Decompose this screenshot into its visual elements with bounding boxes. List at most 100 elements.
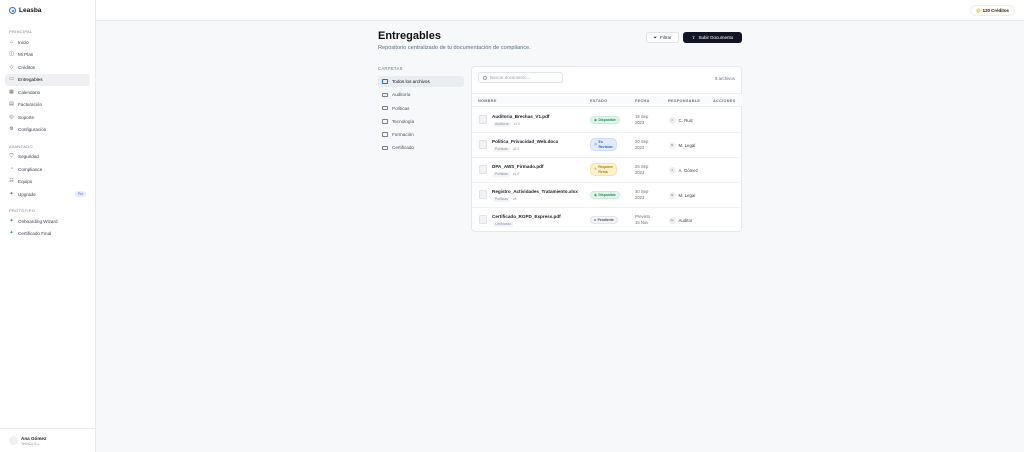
sidebar-item-compliance[interactable]: ◔ Compliance: [5, 163, 90, 175]
status-label: Pendiente: [597, 218, 614, 222]
documents-panel: 5 archivos NOMBRE ESTADO FECHA RESPONSAB…: [471, 66, 743, 233]
folder-item-formacion[interactable]: Formación: [378, 129, 464, 140]
sidebar-item-calendario[interactable]: ▦ Calendario: [5, 86, 90, 98]
owner-cell: C C. Ruiz: [669, 117, 693, 124]
file-category: Políticas: [493, 196, 510, 202]
owner-name: C. Ruiz: [678, 117, 693, 123]
date-cell: Previsto 15 Nov: [635, 214, 659, 226]
upload-document-button[interactable]: ⇪ Subir Documento: [683, 32, 742, 43]
plan-icon: ◫: [9, 51, 14, 57]
sidebar-item-seguridad[interactable]: ⛉ Seguridad: [5, 151, 90, 163]
folder-item-tecnologia[interactable]: Tecnología: [378, 116, 464, 127]
folder-label: Formación: [392, 132, 414, 138]
folder-item-auditoria[interactable]: Auditoría: [378, 89, 464, 100]
owner-cell: M M. Legal: [669, 142, 695, 149]
check-icon: ◉: [594, 118, 597, 122]
search-box[interactable]: [478, 72, 563, 83]
folder-item-certificado[interactable]: Certificado: [378, 142, 464, 153]
credits-pill[interactable]: ◍ 120 Créditos: [970, 5, 1015, 16]
date-line: 2023: [635, 195, 645, 201]
table-row[interactable]: Certificado_RGPD_Express.pdf Certificado…: [472, 208, 743, 233]
file-name[interactable]: DPA_AWS_Firmado.pdf: [492, 164, 543, 169]
sidebar-item-label: Calendario: [18, 89, 41, 95]
file-icon: [479, 165, 487, 174]
file-name[interactable]: Auditoria_Brechas_V1.pdf: [492, 114, 549, 119]
shield-icon: ⛉: [9, 153, 14, 159]
table-header: NOMBRE ESTADO FECHA RESPONSABLE ACCIONES: [472, 93, 743, 107]
file-version: v1.0: [513, 121, 520, 126]
table-row[interactable]: Registro_Actividades_Tratamiento.xlsx Po…: [472, 183, 743, 208]
owner-cell: M M. Legal: [669, 192, 695, 199]
user-profile[interactable]: Ana Gómez TechCo S.L.: [0, 428, 96, 452]
owner-avatar: Au: [669, 217, 676, 224]
date-line: 2023: [635, 170, 645, 176]
folder-item-todos[interactable]: Todos los archivos: [378, 76, 464, 87]
topbar: ◍ 120 Créditos: [96, 0, 1024, 21]
pen-icon: ✎: [594, 167, 597, 172]
invoice-icon: ▤: [9, 101, 14, 107]
sidebar-item-inicio[interactable]: ⌂ Inicio: [5, 36, 90, 48]
sidebar-item-label: Onboarding Wizard: [18, 218, 58, 224]
table-row[interactable]: Politica_Privacidad_Web.docx Políticas v2…: [472, 133, 743, 158]
sidebar-item-label: Seguridad: [18, 154, 39, 159]
file-icon: [479, 190, 487, 199]
sidebar-item-upgrade[interactable]: ✦ Upgrade Pro: [5, 188, 90, 200]
sidebar-item-onboarding-wizard[interactable]: ✦ Onboarding Wizard: [5, 215, 90, 227]
owner-name: A. Gómez: [678, 167, 699, 173]
folder-icon: [382, 145, 388, 151]
status-label: Requiere Firma: [598, 165, 613, 173]
filter-icon: ⏷: [653, 35, 658, 40]
file-meta: Políticas v2.0: [493, 146, 519, 152]
upload-icon: ⇪: [691, 34, 696, 40]
tag-icon: ◇: [9, 63, 14, 70]
search-input[interactable]: [489, 75, 558, 80]
table-row[interactable]: DPA_AWS_Firmado.pdf Políticas v1.0 ✎ Requi…: [472, 158, 743, 183]
file-meta: Auditoría v1.0: [493, 121, 520, 127]
date-line: 15 Nov: [635, 220, 649, 226]
table-row[interactable]: Auditoria_Brechas_V1.pdf Auditoría v1.0 ◉…: [472, 108, 743, 133]
clock-icon: ◷: [594, 142, 597, 147]
sidebar-item-facturacion[interactable]: ▤ Facturación: [5, 99, 90, 111]
column-header-acciones: ACCIONES: [713, 98, 736, 103]
folder-label: Tecnología: [392, 118, 415, 124]
status-badge: ◉ Disponible: [590, 116, 620, 124]
sidebar-item-mi-plan[interactable]: ◫ Mi Plan: [5, 49, 90, 61]
brand-name: Leasba: [19, 7, 42, 14]
brand[interactable]: Leasba: [0, 0, 95, 21]
date-cell: 25 Sep 2023: [635, 164, 659, 176]
main-content: Entregables Repositorio centralizado de …: [378, 30, 743, 232]
status-line: Requiere: [598, 165, 613, 170]
file-name[interactable]: Registro_Actividades_Tratamiento.xlsx: [492, 189, 578, 194]
search-icon: [483, 75, 487, 80]
sidebar-item-entregables[interactable]: ▭ Entregables: [5, 73, 90, 86]
file-name[interactable]: Politica_Privacidad_Web.docx: [492, 139, 558, 144]
sidebar-item-configuracion[interactable]: ⚙ Configuración: [5, 124, 90, 136]
column-header-fecha[interactable]: FECHA: [635, 99, 650, 103]
section-label-principal: PRINCIPAL: [9, 29, 33, 34]
column-header-estado[interactable]: ESTADO: [590, 99, 607, 103]
sidebar-item-soporte[interactable]: ◎ Soporte: [5, 111, 90, 123]
date-line: 2023: [635, 120, 645, 126]
sidebar-item-label: Inicio: [18, 39, 29, 45]
file-category: Certificado: [493, 221, 514, 227]
user-company: TechCo S.L.: [21, 441, 41, 446]
column-header-responsable[interactable]: RESPONSABLE: [668, 99, 700, 103]
avatar: [9, 436, 18, 445]
sidebar-item-certificado-final[interactable]: ✦ Certificado Final: [5, 228, 90, 240]
sidebar-item-label: Entregables: [18, 77, 43, 82]
pro-badge: Pro: [75, 191, 86, 197]
home-icon: ⌂: [9, 38, 14, 45]
status-label: Disponible: [598, 193, 616, 197]
filter-button[interactable]: ⏷ Filtrar: [646, 32, 679, 43]
file-name[interactable]: Certificado_RGPD_Express.pdf: [492, 214, 561, 219]
file-category: Políticas: [493, 146, 510, 152]
owner-cell: Au Auditor: [669, 217, 692, 224]
file-category: Políticas: [493, 171, 510, 177]
coin-icon: ◍: [976, 7, 981, 14]
folder-item-politicas[interactable]: Políticas: [378, 103, 464, 114]
column-header-nombre[interactable]: NOMBRE: [478, 99, 497, 103]
sidebar-item-label: Upgrade: [18, 191, 36, 197]
sidebar-item-equipo[interactable]: ☷ Equipo: [5, 176, 90, 188]
folder-icon: [382, 132, 388, 137]
sidebar-item-creditos[interactable]: ◇ Créditos: [5, 61, 90, 73]
